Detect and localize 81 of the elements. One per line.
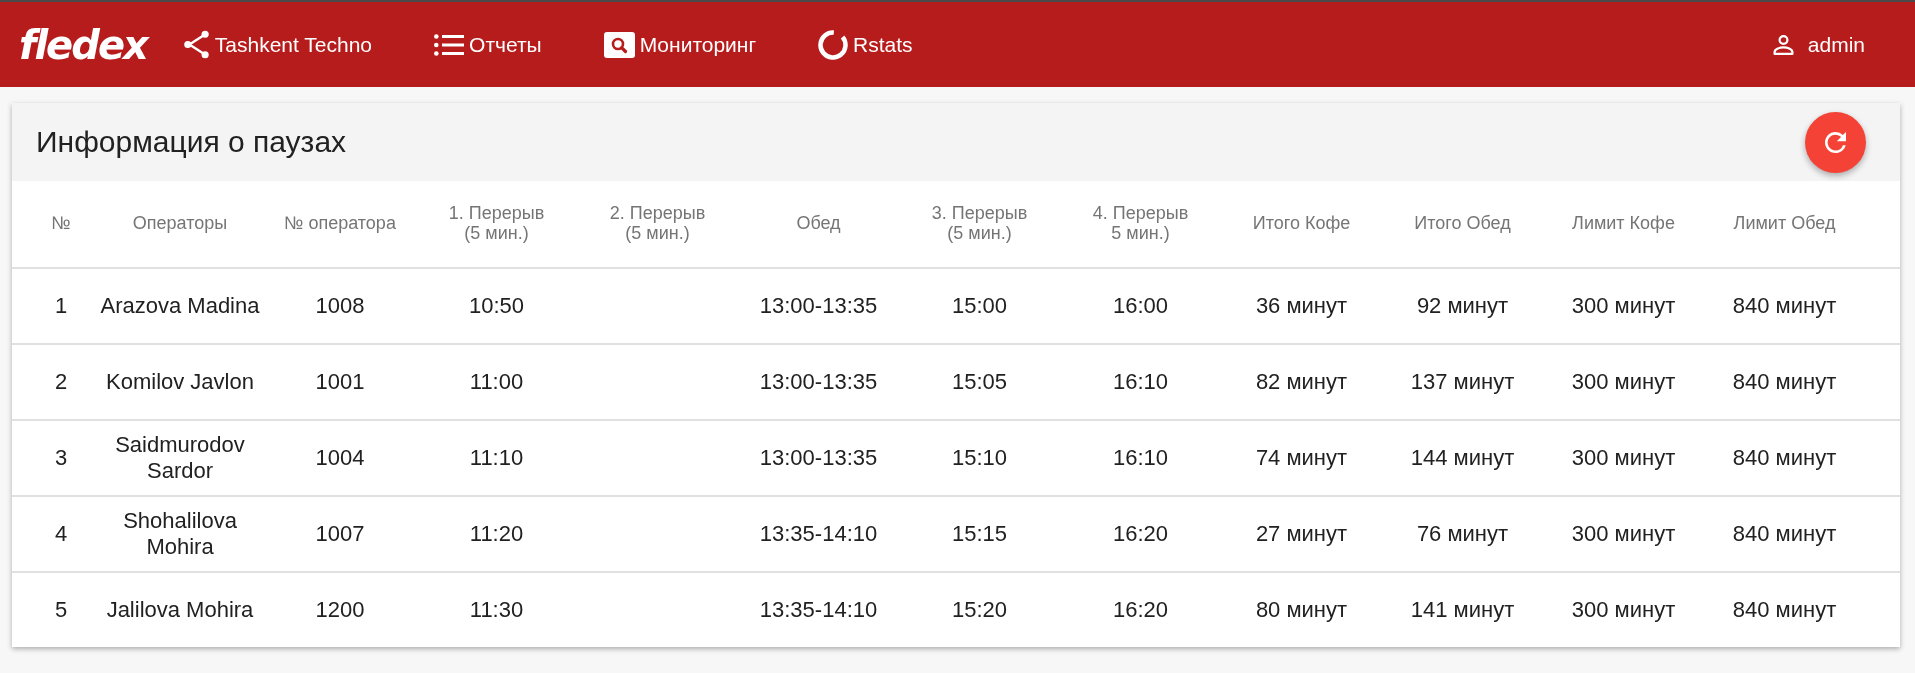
table-cell: 1: [54, 293, 68, 319]
list-icon: [434, 33, 465, 56]
nav-link[interactable]: Мониторинг: [603, 31, 757, 58]
table-cell: 11:30: [469, 597, 524, 623]
table-cell: 1001: [315, 369, 365, 395]
table-cell: 840 минут: [1732, 293, 1837, 319]
table-cell: 1004: [315, 445, 365, 471]
table-cell: 15:05: [951, 369, 1008, 395]
table-cell: 82 минут: [1255, 369, 1348, 395]
table-cell: 11:10: [469, 445, 524, 471]
share-icon: [183, 30, 210, 59]
table-cell: 10:50: [468, 293, 525, 319]
column-header: 2. Перерыв (5 мин.): [609, 204, 706, 244]
user-menu[interactable]: admin: [1772, 32, 1865, 57]
column-header: № оператора: [284, 214, 396, 234]
table-cell: 15:10: [951, 445, 1008, 471]
table-cell: 36 минут: [1255, 293, 1348, 319]
table-cell: 27 минут: [1255, 521, 1348, 547]
column-header: 1. Перерыв (5 мин.): [448, 204, 545, 244]
refresh-icon: [1825, 131, 1846, 153]
table-cell: 74 минут: [1255, 445, 1348, 471]
table-cell: 15:00: [951, 293, 1008, 319]
table-cell: 1200: [315, 597, 365, 623]
table-cell: 16:10: [1112, 369, 1169, 395]
table-cell: 137 минут: [1410, 369, 1515, 395]
nav-link[interactable]: Отчеты: [434, 32, 542, 57]
refresh-button[interactable]: [1805, 111, 1866, 173]
table-cell: 15:20: [951, 597, 1008, 623]
person-icon: [1772, 34, 1794, 55]
table-cell: 1008: [315, 293, 365, 319]
table-cell: 15:15: [951, 521, 1008, 547]
nav-link[interactable]: Tashkent Techno: [183, 30, 373, 59]
table-cell: 11:20: [469, 521, 524, 547]
table-cell: 300 минут: [1571, 521, 1676, 547]
table-cell: 1007: [315, 521, 365, 547]
table-cell: 13:35-14:10: [759, 521, 878, 547]
table-cell: 92 минут: [1416, 293, 1509, 319]
column-header: Лимит Кофе: [1572, 214, 1675, 234]
table-cell: 840 минут: [1732, 445, 1837, 471]
column-header: №: [51, 214, 71, 234]
operator-name: Shohalilova Mohira: [122, 508, 238, 560]
table-cell: 76 минут: [1416, 521, 1509, 547]
table-cell: 3: [54, 445, 68, 471]
operator-name: Jalilova Mohira: [106, 597, 254, 623]
table-cell: 16:10: [1112, 445, 1169, 471]
table-cell: 16:20: [1112, 521, 1169, 547]
nav-link[interactable]: Rstats: [818, 29, 913, 60]
logo[interactable]: fledex: [19, 24, 147, 65]
table-cell: 300 минут: [1571, 369, 1676, 395]
table-cell: 840 минут: [1732, 597, 1837, 623]
operator-name: Komilov Javlon: [106, 369, 254, 395]
table-cell: 840 минут: [1732, 521, 1837, 547]
column-header: Обед: [796, 214, 841, 234]
table-cell: 16:00: [1112, 293, 1169, 319]
column-header: Лимит Обед: [1733, 214, 1836, 234]
table-cell: 300 минут: [1571, 293, 1676, 319]
table-cell: 141 минут: [1410, 597, 1515, 623]
table-cell: 300 минут: [1571, 445, 1676, 471]
table-cell: 11:00: [469, 369, 524, 395]
ring-icon: [818, 29, 849, 60]
column-header: 3. Перерыв (5 мин.): [931, 204, 1028, 244]
search-icon: [603, 31, 635, 58]
column-header: Итого Кофе: [1252, 214, 1351, 234]
table-cell: 13:00-13:35: [759, 445, 878, 471]
table-cell: 300 минут: [1571, 597, 1676, 623]
table-cell: 80 минут: [1255, 597, 1348, 623]
column-header: Итого Обед: [1414, 214, 1511, 234]
operator-name: Arazova Madina: [100, 293, 260, 319]
column-header: Операторы: [132, 214, 228, 234]
table-cell: 13:35-14:10: [759, 597, 878, 623]
column-header: 4. Перерыв 5 мин.): [1092, 204, 1189, 244]
table-cell: 16:20: [1112, 597, 1169, 623]
table-cell: 2: [54, 369, 68, 395]
table-cell: 13:00-13:35: [759, 293, 878, 319]
table-cell: 5: [54, 597, 68, 623]
page-title: Информация о паузах: [36, 125, 347, 159]
table-cell: 840 минут: [1732, 369, 1837, 395]
operator-name: Saidmurodov Sardor: [114, 432, 246, 484]
table-cell: 13:00-13:35: [759, 369, 878, 395]
table-cell: 144 минут: [1410, 445, 1515, 471]
table-cell: 4: [54, 521, 68, 547]
